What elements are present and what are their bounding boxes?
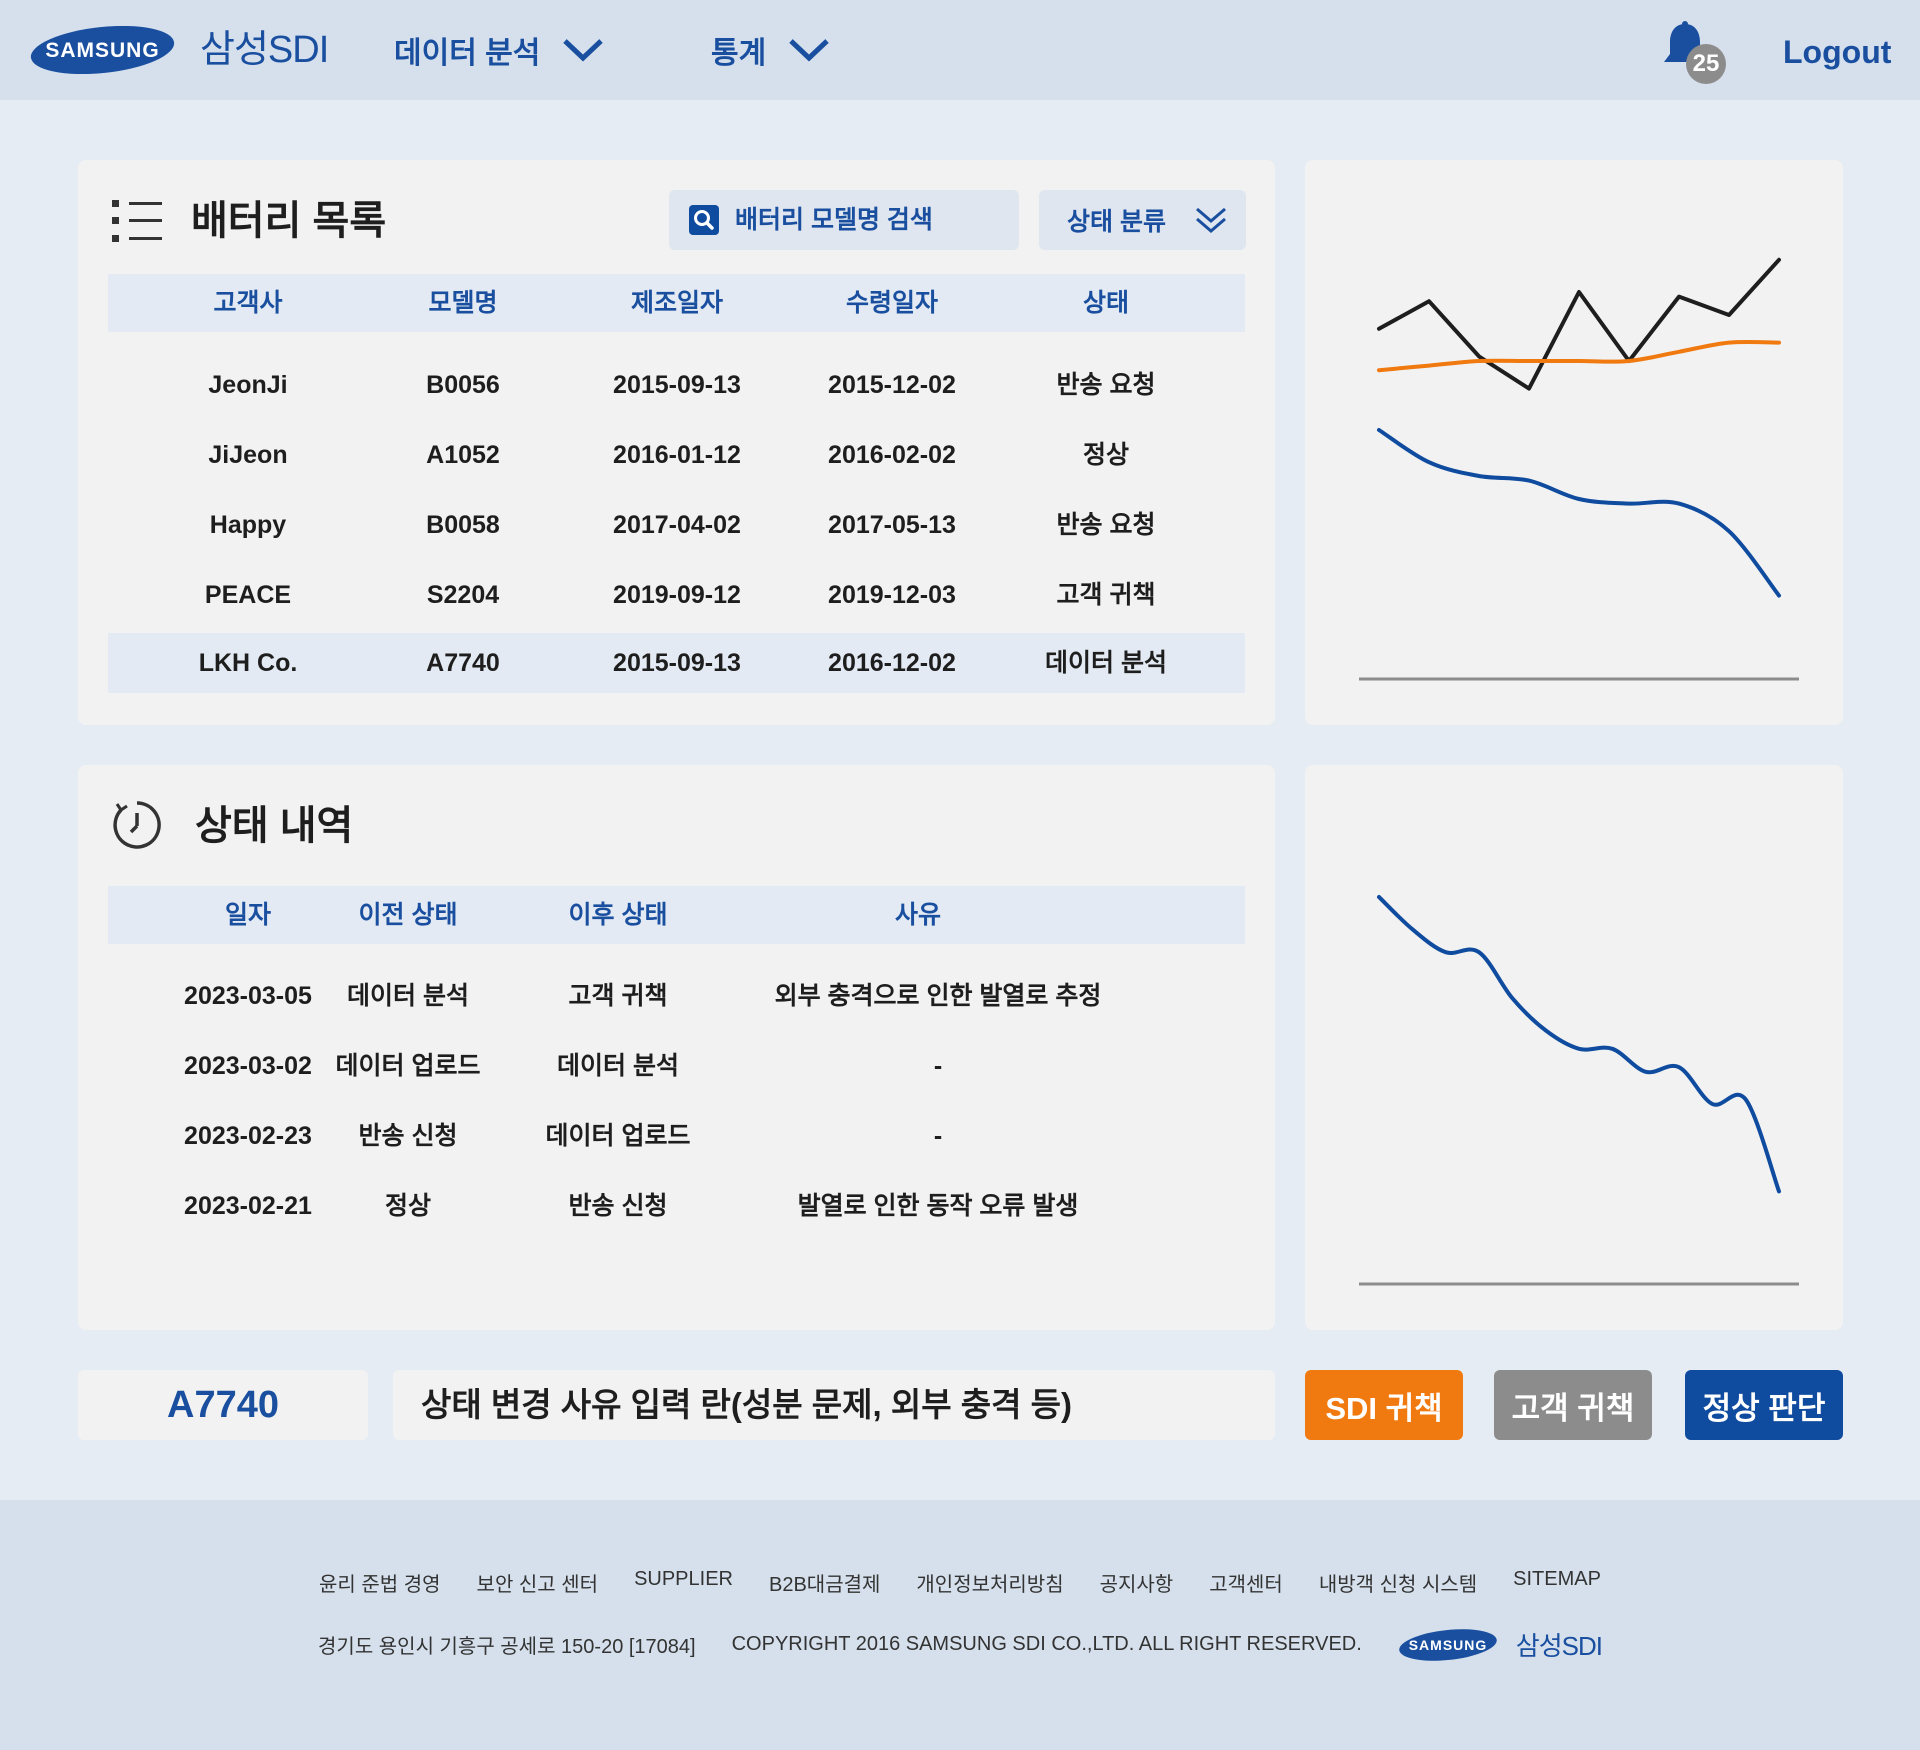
nav-statistics-label: 통계 <box>711 37 767 70</box>
cell-reason: - <box>933 1122 943 1150</box>
footer-info: 경기도 용인시 기흥구 공세로 150-20 [17084] COPYRIGHT… <box>0 1626 1920 1663</box>
footer-link-notice[interactable]: 공지사항 <box>1100 1568 1174 1597</box>
battery-table-row-selected[interactable]: LKH Co. A7740 2015-09-13 2016-12-02 데이터 … <box>108 633 1245 693</box>
nav-statistics[interactable]: 통계 <box>711 26 830 74</box>
battery-table-header: 고객사 모델명 제조일자 수령일자 상태 <box>108 274 1245 332</box>
battery-table-row[interactable]: JeonJi B0056 2015-09-13 2015-12-02 반송 요청 <box>108 355 1245 415</box>
status-reason-input[interactable] <box>421 1386 1251 1424</box>
nav-data-analysis[interactable]: 데이터 분석 <box>394 26 604 74</box>
cell-after-status: 반송 신청 <box>568 1192 668 1220</box>
footer-link-visitor-system[interactable]: 내방객 신청 시스템 <box>1319 1568 1477 1597</box>
double-chevron-down-icon <box>1196 207 1226 233</box>
notification-button[interactable]: 25 <box>1660 20 1730 84</box>
cell-before-status: 정상 <box>384 1192 431 1220</box>
battery-table-row[interactable]: PEACE S2204 2019-09-12 2019-12-03 고객 귀책 <box>108 565 1245 625</box>
history-table-row[interactable]: 2023-03-05 데이터 분석 고객 귀책 외부 충격으로 인한 발열로 추… <box>108 966 1245 1026</box>
cell-status: 반송 요청 <box>1056 511 1156 539</box>
site-footer: 윤리 준법 경영 보안 신고 센터 SUPPLIER B2B대금결제 개인정보처… <box>0 1500 1920 1750</box>
cell-status: 정상 <box>1082 441 1129 469</box>
column-header-status[interactable]: 상태 <box>966 274 1246 332</box>
cell-before-status: 데이터 분석 <box>347 982 469 1010</box>
cell-reason: 발열로 인한 동작 오류 발생 <box>797 1192 1079 1220</box>
chart-series-line-1 <box>1377 428 1781 598</box>
cell-before-status: 반송 신청 <box>358 1122 458 1150</box>
nav-data-analysis-label: 데이터 분석 <box>394 37 541 70</box>
footer-link-customer-center[interactable]: 고객센터 <box>1209 1568 1283 1597</box>
battery-list-panel: 배터리 목록 상태 분류 고객사 모델명 제조일자 수령일자 상태 JeonJi… <box>78 160 1275 725</box>
battery-table-row[interactable]: JiJeon A1052 2016-01-12 2016-02-02 정상 <box>108 425 1245 485</box>
list-icon <box>112 200 162 242</box>
column-header-before-status[interactable]: 이전 상태 <box>298 886 518 944</box>
column-header-reason[interactable]: 사유 <box>708 886 1128 944</box>
footer-link-privacy[interactable]: 개인정보처리방침 <box>916 1568 1063 1597</box>
chevron-down-icon <box>789 39 829 62</box>
status-history-panel: 상태 내역 일자 이전 상태 이후 상태 사유 2023-03-05 데이터 분… <box>78 765 1275 1330</box>
footer-sdi-text: 삼성SDI <box>1515 1631 1603 1661</box>
status-filter-label: 상태 분류 <box>1067 208 1166 236</box>
footer-link-ethics[interactable]: 윤리 준법 경영 <box>319 1568 441 1597</box>
battery-model-search[interactable] <box>669 190 1019 250</box>
samsung-logo-small: SAMSUNG <box>1399 1628 1497 1661</box>
history-line-chart <box>1359 895 1799 1286</box>
customer-fault-button[interactable]: 고객 귀책 <box>1494 1370 1652 1440</box>
footer-address: 경기도 용인시 기흥구 공세로 150-20 [17084] <box>318 1636 696 1658</box>
footer-samsung-logo-text: SAMSUNG <box>1409 1637 1488 1653</box>
battery-chart-panel <box>1305 160 1843 725</box>
history-chart-panel <box>1305 765 1843 1330</box>
cell-after-status: 데이터 분석 <box>557 1052 679 1080</box>
history-table-header: 일자 이전 상태 이후 상태 사유 <box>108 886 1245 944</box>
top-header: SAMSUNG 삼성SDI 데이터 분석 통계 25 Logout <box>0 0 1920 100</box>
samsung-logo-text: SAMSUNG <box>45 39 159 62</box>
normal-judgment-button[interactable]: 정상 판단 <box>1685 1370 1843 1440</box>
battery-line-chart <box>1359 257 1799 681</box>
footer-copyright: COPYRIGHT 2016 SAMSUNG SDI CO.,LTD. ALL … <box>731 1633 1362 1655</box>
footer-link-sitemap[interactable]: SITEMAP <box>1513 1568 1601 1597</box>
search-icon <box>689 205 719 235</box>
history-table-row[interactable]: 2023-02-21 정상 반송 신청 발열로 인한 동작 오류 발생 <box>108 1176 1245 1236</box>
clock-history-icon <box>113 801 161 849</box>
selected-model-display: A7740 <box>78 1370 368 1440</box>
cell-after-status: 고객 귀책 <box>568 982 668 1010</box>
status-reason-field[interactable] <box>393 1370 1275 1440</box>
cell-before-status: 데이터 업로드 <box>335 1052 481 1080</box>
cell-after-status: 데이터 업로드 <box>545 1122 691 1150</box>
battery-table-row[interactable]: Happy B0058 2017-04-02 2017-05-13 반송 요청 <box>108 495 1245 555</box>
history-table-row[interactable]: 2023-02-23 반송 신청 데이터 업로드 - <box>108 1106 1245 1166</box>
logout-link[interactable]: Logout <box>1783 30 1891 74</box>
cell-reason: - <box>933 1052 943 1080</box>
sdi-logo-text[interactable]: 삼성SDI <box>200 26 329 74</box>
notification-count-badge: 25 <box>1686 44 1726 84</box>
battery-model-search-input[interactable] <box>735 205 995 235</box>
battery-list-title: 배터리 목록 <box>191 199 387 243</box>
status-filter-dropdown[interactable]: 상태 분류 <box>1039 190 1246 250</box>
chart-series-line-0 <box>1377 895 1781 1194</box>
status-history-title: 상태 내역 <box>195 804 354 848</box>
cell-status: 고객 귀책 <box>1056 581 1156 609</box>
cell-status: 데이터 분석 <box>1045 649 1167 677</box>
footer-link-supplier[interactable]: SUPPLIER <box>634 1568 733 1597</box>
sdi-fault-button[interactable]: SDI 귀책 <box>1305 1370 1463 1440</box>
footer-link-b2b-payment[interactable]: B2B대금결제 <box>769 1568 880 1597</box>
footer-logo: SAMSUNG 삼성SDI <box>1398 1626 1603 1663</box>
chart-series-line-0 <box>1377 257 1781 391</box>
samsung-logo[interactable]: SAMSUNG <box>30 26 175 74</box>
chart-series-line-0 <box>1377 339 1781 373</box>
footer-link-security-report[interactable]: 보안 신고 센터 <box>477 1568 599 1597</box>
footer-links: 윤리 준법 경영 보안 신고 센터 SUPPLIER B2B대금결제 개인정보처… <box>0 1568 1920 1597</box>
history-table-row[interactable]: 2023-03-02 데이터 업로드 데이터 분석 - <box>108 1036 1245 1096</box>
column-header-after-status[interactable]: 이후 상태 <box>508 886 728 944</box>
cell-status: 반송 요청 <box>1056 371 1156 399</box>
cell-reason: 외부 충격으로 인한 발열로 추정 <box>774 982 1102 1010</box>
chevron-down-icon <box>563 39 604 62</box>
